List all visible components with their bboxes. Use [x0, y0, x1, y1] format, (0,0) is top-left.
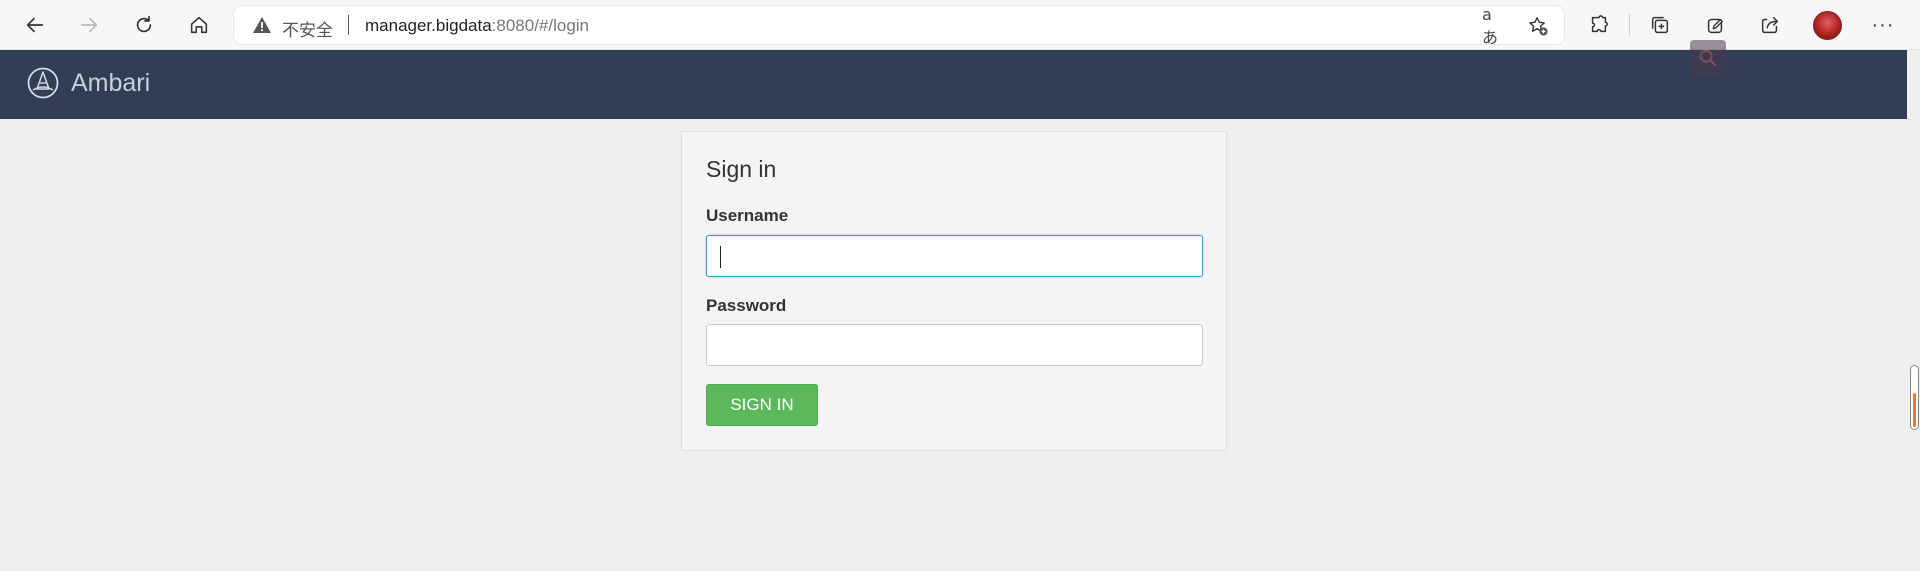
refresh-icon [136, 15, 152, 33]
url-text[interactable]: manager.bigdata:8080/#/login [365, 16, 589, 36]
ambari-logo-icon[interactable] [27, 67, 59, 99]
not-secure-label[interactable]: 不安全 [282, 16, 333, 41]
edit-capture-icon [1707, 18, 1724, 34]
web-capture-button[interactable] [1701, 11, 1729, 39]
refresh-button[interactable] [128, 9, 160, 41]
username-label: Username [706, 206, 789, 225]
password-input[interactable] [706, 324, 1203, 366]
sign-in-button[interactable]: SIGN IN [706, 384, 818, 426]
url-host: manager.bigdata [365, 16, 492, 35]
login-panel: Sign in Username Password SIGN IN [681, 131, 1227, 451]
home-button[interactable] [183, 9, 215, 41]
password-label: Password [706, 296, 787, 315]
star-add-icon [1529, 17, 1548, 36]
translate-icon: aあ [1482, 4, 1499, 47]
address-bar[interactable]: 不安全 manager.bigdata:8080/#/login aあ [234, 5, 1564, 47]
search-icon [1699, 49, 1717, 67]
login-heading: Sign in [706, 156, 777, 182]
url-path: :8080/#/login [491, 16, 590, 35]
collections-icon [1651, 16, 1669, 34]
toolbar-divider [1629, 14, 1630, 36]
username-input[interactable] [706, 235, 1203, 277]
text-caret [720, 246, 721, 268]
more-menu-button[interactable]: ··· [1869, 11, 1897, 39]
collections-button[interactable] [1646, 11, 1674, 39]
header-search-button[interactable] [1690, 40, 1726, 76]
app-title[interactable]: Ambari [71, 69, 150, 98]
back-button[interactable] [19, 9, 51, 41]
translate-button[interactable]: aあ [1482, 5, 1506, 47]
share-icon [1761, 16, 1779, 34]
more-icon: ··· [1871, 13, 1895, 36]
forward-button[interactable] [73, 9, 105, 41]
app-header: Ambari [0, 40, 1907, 119]
extensions-button[interactable] [1585, 11, 1613, 39]
profile-avatar[interactable] [1813, 11, 1842, 40]
address-separator [348, 15, 349, 35]
warning-icon[interactable] [252, 16, 272, 34]
home-icon [190, 16, 208, 34]
arrow-right-icon [80, 17, 98, 33]
scroll-handle[interactable] [1910, 365, 1919, 430]
browser-toolbar: 不安全 manager.bigdata:8080/#/login aあ ··· [0, 0, 1920, 50]
puzzle-icon [1591, 15, 1608, 33]
scroll-handle-fill [1913, 393, 1916, 427]
add-favorite-button[interactable] [1526, 14, 1550, 38]
arrow-left-icon [26, 17, 44, 33]
share-button[interactable] [1756, 11, 1784, 39]
